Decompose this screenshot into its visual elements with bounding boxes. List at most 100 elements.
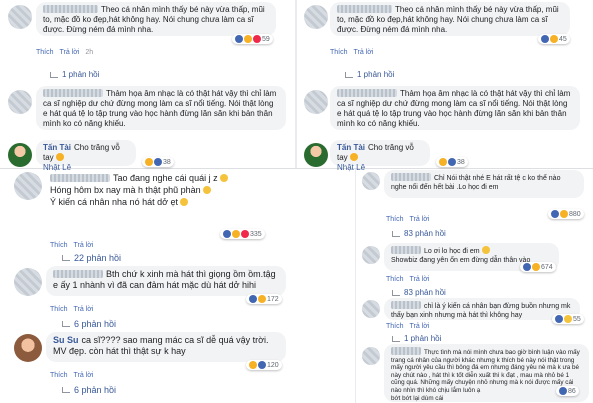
reaction-count: 45 [559, 35, 567, 43]
reply-arrow-icon [62, 321, 70, 327]
replies-toggle[interactable]: 83 phản hồi [392, 288, 446, 297]
comment-actions: Thích Trả lời [386, 216, 435, 223]
reactions-badge[interactable]: 335 [220, 229, 265, 239]
commenter-name[interactable]: Su Su [53, 335, 79, 345]
replies-toggle[interactable]: 6 phản hồi [62, 385, 116, 395]
vertical-divider-bottom [355, 169, 356, 403]
like-link[interactable]: Thích [386, 276, 404, 283]
like-link[interactable]: Thích [36, 49, 54, 56]
like-link[interactable]: Thích [386, 323, 404, 330]
avatar[interactable] [362, 300, 380, 318]
reactions-badge[interactable]: 45 [538, 34, 570, 44]
avatar[interactable] [14, 268, 42, 296]
comment-text-line3: Ý kiến cá nhân nha nó hát dở ẹt [50, 197, 178, 207]
love-reaction-icon [241, 230, 249, 238]
reply-arrow-icon [62, 387, 70, 393]
reply-link[interactable]: Trả lời [74, 372, 94, 379]
replies-toggle[interactable]: 83 phản hồi [392, 229, 446, 238]
reaction-count: 38 [457, 158, 465, 166]
avatar[interactable] [8, 90, 32, 114]
replies-toggle[interactable]: 22 phản hồi [62, 253, 121, 263]
replies-toggle[interactable]: 1 phản hồi [50, 70, 99, 79]
like-link[interactable]: Thích [386, 216, 404, 223]
reaction-count: 172 [267, 295, 279, 303]
reaction-count: 59 [262, 35, 270, 43]
like-reaction-icon [448, 158, 456, 166]
avatar[interactable] [304, 143, 328, 167]
horizontal-divider [0, 168, 593, 169]
commenter-name-blurred[interactable] [50, 174, 110, 182]
avatar[interactable] [8, 5, 32, 29]
commenter-name-blurred[interactable] [391, 246, 421, 254]
reactions-badge[interactable]: 674 [520, 262, 556, 272]
like-link[interactable]: Thích [50, 372, 68, 379]
haha-reaction-icon [258, 295, 266, 303]
replies-toggle[interactable]: 1 phản hồi [392, 334, 441, 343]
haha-reaction-icon [550, 35, 558, 43]
comment-text-line2: bớt bớt lại dùm cái [391, 394, 444, 402]
commenter-name-blurred[interactable] [391, 347, 421, 355]
like-reaction-icon [223, 230, 231, 238]
reply-link[interactable]: Trả lời [410, 276, 430, 283]
commenter-name-blurred[interactable] [43, 89, 103, 97]
avatar[interactable] [362, 172, 380, 190]
clap-emoji-icon [55, 153, 64, 161]
commenter-name-blurred[interactable] [53, 270, 103, 278]
reaction-count: 120 [267, 361, 279, 369]
replies-toggle[interactable]: 6 phản hồi [62, 319, 116, 329]
reactions-badge[interactable]: 120 [246, 360, 282, 370]
commenter-name-blurred[interactable] [337, 5, 392, 13]
comment-text: Tao đang nghe cái quái j z [113, 173, 218, 183]
commenter-name-blurred[interactable] [43, 5, 98, 13]
like-reaction-icon [541, 35, 549, 43]
avatar[interactable] [304, 90, 328, 114]
reply-link[interactable]: Trả lời [410, 323, 430, 330]
reply-link[interactable]: Trả lời [74, 242, 94, 249]
haha-reaction-icon [560, 210, 568, 218]
avatar[interactable] [304, 5, 328, 29]
avatar[interactable] [8, 143, 32, 167]
vertical-divider-top [295, 0, 297, 168]
reply-arrow-icon [392, 230, 400, 237]
reactions-badge[interactable]: 172 [246, 294, 282, 304]
reaction-count: 880 [569, 210, 581, 218]
reaction-count: 335 [250, 230, 262, 238]
reactions-badge[interactable]: 38 [436, 157, 468, 167]
replies-toggle[interactable]: 1 phản hồi [345, 70, 394, 79]
reply-link[interactable]: Trả lời [354, 49, 374, 56]
avatar[interactable] [14, 334, 42, 362]
reply-link[interactable]: Trả lời [74, 306, 94, 313]
comment-actions: Thích Trả lời [50, 242, 99, 249]
like-link[interactable]: Thích [330, 49, 348, 56]
reply-link[interactable]: Trả lời [410, 216, 430, 223]
reaction-count: 674 [541, 263, 553, 271]
reply-link[interactable]: Trả lời [60, 49, 80, 56]
reaction-count: 38 [163, 158, 171, 166]
reply-arrow-icon [50, 71, 58, 78]
haha-reaction-icon [439, 158, 447, 166]
like-link[interactable]: Thích [50, 242, 68, 249]
reply-arrow-icon [62, 255, 70, 261]
reactions-badge[interactable]: 38 [142, 157, 174, 167]
reactions-badge[interactable]: 59 [232, 34, 273, 44]
reactions-badge[interactable]: 880 [548, 209, 584, 219]
haha-reaction-icon [532, 263, 540, 271]
commenter-name-blurred[interactable] [391, 301, 421, 309]
commenter-name[interactable]: Tấn Tài [337, 143, 365, 152]
tagged-name[interactable]: Nhật Lê [337, 163, 365, 172]
commenter-name-blurred[interactable] [337, 89, 397, 97]
avatar[interactable] [362, 246, 380, 264]
reaction-count: 55 [573, 315, 581, 323]
like-reaction-icon [551, 210, 559, 218]
commenter-name[interactable]: Tấn Tài [43, 143, 71, 152]
love-reaction-icon [253, 35, 261, 43]
reactions-badge[interactable]: 55 [552, 314, 584, 324]
haha-reaction-icon [232, 230, 240, 238]
avatar[interactable] [14, 172, 42, 200]
commenter-name-blurred[interactable] [391, 173, 431, 181]
sad-emoji-icon [202, 186, 211, 194]
comment-text: Lo ơi lo học đi em [424, 248, 480, 255]
reactions-badge[interactable]: 86 [556, 386, 579, 396]
like-link[interactable]: Thích [50, 306, 68, 313]
avatar[interactable] [362, 347, 380, 365]
